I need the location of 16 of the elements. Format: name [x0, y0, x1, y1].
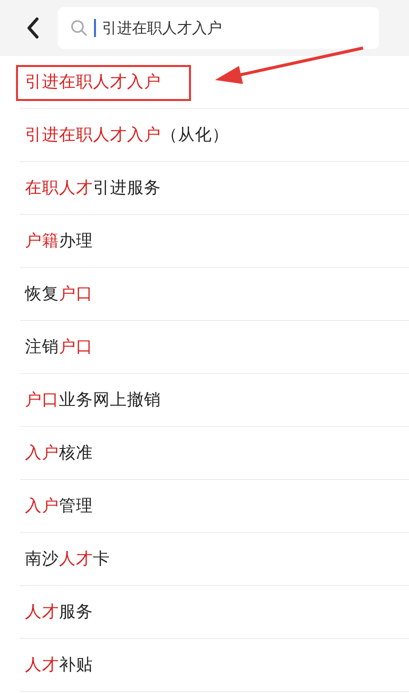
result-item[interactable]: 人才补贴	[25, 654, 93, 676]
result-item[interactable]: 在职人才引进服务	[25, 177, 161, 199]
search-query: 引进在职人才入户	[102, 18, 222, 39]
search-field[interactable]: 引进在职人才入户	[58, 7, 379, 49]
result-item[interactable]: 入户管理	[25, 495, 93, 517]
result-item[interactable]: 户口业务网上撤销	[25, 389, 161, 411]
back-icon[interactable]	[26, 17, 40, 39]
search-icon	[70, 19, 88, 37]
result-item[interactable]: 引进在职人才入户	[25, 71, 161, 93]
result-item[interactable]: 入户核准	[25, 442, 93, 464]
result-item[interactable]: 南沙人才卡	[25, 548, 110, 570]
result-item[interactable]: 引进在职人才入户（从化）	[25, 124, 229, 146]
result-item[interactable]: 恢复户口	[25, 283, 93, 305]
result-item[interactable]: 户籍办理	[25, 230, 93, 252]
result-item[interactable]: 注销户口	[25, 336, 93, 358]
result-item[interactable]: 人才服务	[25, 601, 93, 623]
